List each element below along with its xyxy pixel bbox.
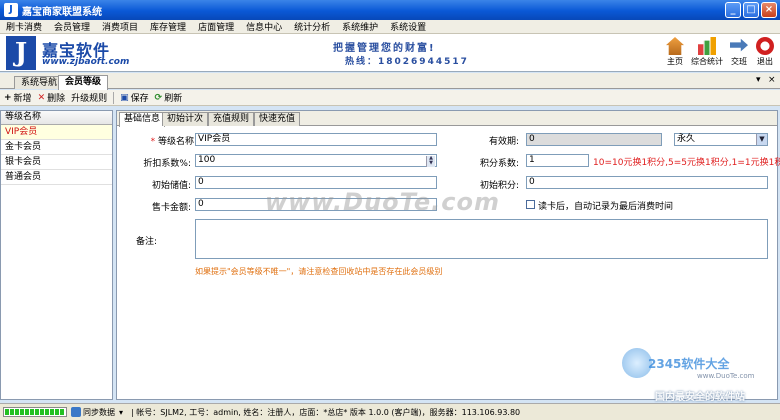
level-name-label: * 等级名称: [150, 137, 197, 147]
list-item[interactable]: 银卡会员 [1, 155, 112, 170]
menu-bar: 刷卡消费 会员管理 消费项目 库存管理 店面管理 信息中心 统计分析 系统维护 … [0, 20, 780, 34]
sync-button[interactable]: 同步数据 ▾ [71, 407, 123, 418]
list-item[interactable]: 金卡会员 [1, 140, 112, 155]
read-card-label: 读卡后，自动记录为最后消费时间 [538, 202, 674, 212]
delete-icon: ✕ [37, 92, 46, 103]
menu-item-stats[interactable]: 统计分析 [294, 20, 330, 33]
level-list: 等级名称 VIP会员 金卡会员 银卡会员 普通会员 [0, 110, 113, 400]
tab-menu-icon[interactable]: ▾ [756, 75, 761, 85]
hotline: 热线：18026944517 [345, 57, 469, 67]
list-item[interactable]: 普通会员 [1, 170, 112, 185]
home-label: 主页 [667, 57, 683, 66]
exit-icon [756, 37, 774, 55]
title-bar: J 嘉宝商家联盟系统 _ □ × [0, 0, 780, 20]
menu-item-store[interactable]: 店面管理 [198, 20, 234, 33]
remark-textarea[interactable] [195, 219, 768, 259]
banner: J 嘉宝软件 www.zjbaoft.com 把握管理您的财富! 热线：1802… [0, 34, 780, 72]
tab-recharge-rule[interactable]: 充值规则 [208, 112, 255, 126]
refresh-icon: ⟳ [154, 92, 163, 103]
exit-label: 退出 [757, 57, 773, 66]
menu-item-info[interactable]: 信息中心 [246, 20, 282, 33]
tab-basic-info[interactable]: 基础信息 [119, 112, 166, 127]
validity-input[interactable]: 0 [526, 133, 662, 146]
upgrade-rule-button[interactable]: 升级规则 [71, 91, 107, 104]
points-ratio-label: 积分系数: [479, 159, 519, 169]
init-value-label: 初始储值: [151, 181, 191, 191]
save-label: 保存 [130, 94, 149, 104]
session-info: | 帐号：SJLM2, 工号：admin, 姓名：注册人，店面：*总店* 版本 … [131, 407, 521, 417]
init-points-input[interactable]: 0 [526, 176, 768, 189]
toolbar: + 新增 ✕ 删除 升级规则 ▣ 保存 ⟳ 刷新 [0, 90, 780, 106]
sync-icon [71, 407, 81, 417]
points-ratio-input[interactable]: 1 [526, 154, 589, 167]
menu-item-settings[interactable]: 系统设置 [390, 20, 426, 33]
minimize-button[interactable]: _ [725, 2, 741, 18]
refresh-label: 刷新 [164, 94, 183, 104]
save-button[interactable]: ▣ 保存 [120, 91, 149, 105]
close-button[interactable]: × [761, 2, 777, 18]
exit-button[interactable]: 退出 [750, 37, 780, 67]
delete-button[interactable]: ✕ 删除 [37, 91, 66, 105]
tab-system-nav[interactable]: 系统导航 [14, 76, 65, 89]
maximize-button[interactable]: □ [743, 2, 759, 18]
detail-tab-strip: 基础信息 初始计次 充值规则 快速充值 [117, 111, 777, 127]
points-ratio-hint: 10=10元换1积分,5=5元换1积分,1=1元换1积 [593, 158, 780, 168]
brand-logo-icon: J [6, 36, 36, 70]
delete-label: 删除 [47, 94, 66, 104]
duplicate-level-hint: 如果提示"会员等级不唯一"，请注意检查回收站中是否存在此会员级别 [195, 267, 443, 276]
slogan: 把握管理您的财富! [333, 43, 436, 54]
card-fee-label: 售卡金额: [151, 203, 191, 213]
validity-label: 有效期: [488, 137, 519, 147]
window-title: 嘉宝商家联盟系统 [22, 6, 102, 18]
tab-member-level[interactable]: 会员等级 [58, 75, 109, 90]
level-list-header: 等级名称 [1, 111, 112, 125]
tab-quick-recharge[interactable]: 快速充值 [254, 112, 301, 126]
read-card-checkbox[interactable] [526, 200, 535, 209]
discount-value: 100 [198, 155, 216, 165]
list-item[interactable]: VIP会员 [1, 125, 112, 140]
watermark-text: www.DuoTe.com [265, 188, 500, 216]
stats-label: 综合统计 [691, 57, 723, 66]
discount-label: 折扣系数%: [143, 159, 191, 169]
refresh-button[interactable]: ⟳ 刷新 [154, 91, 183, 105]
menu-item-members[interactable]: 会员管理 [54, 20, 90, 33]
tab-initial-count[interactable]: 初始计次 [162, 112, 209, 126]
sync-label: 同步数据 [83, 407, 115, 417]
plus-icon: + [4, 92, 12, 103]
connection-progress [3, 407, 67, 417]
remark-label: 备注: [135, 237, 157, 247]
stats-button[interactable]: 综合统计 [690, 37, 724, 67]
discount-input[interactable]: 100 ▲ ▼ [195, 154, 437, 167]
validity-unit-value: 永久 [677, 134, 696, 144]
validity-unit-select[interactable]: 永久 ▼ [674, 133, 768, 146]
chevron-down-icon[interactable]: ▾ [119, 408, 123, 417]
watermark-tagline: 国内最安全的软件站 [655, 392, 745, 403]
menu-item-swipe[interactable]: 刷卡消费 [6, 20, 42, 33]
toolbar-divider [113, 91, 115, 104]
new-label: 新增 [13, 94, 32, 104]
watermark-url: www.DuoTe.com [697, 372, 755, 380]
app-logo-icon: J [4, 3, 18, 17]
watermark-site: 2345软件大全 [648, 357, 730, 371]
shift-icon [730, 38, 748, 52]
status-bar: 同步数据 ▾ | 帐号：SJLM2, 工号：admin, 姓名：注册人，店面：*… [0, 403, 780, 420]
nav-tab-strip: 系统导航 会员等级 ▾ × [0, 73, 780, 90]
home-icon [666, 37, 684, 55]
save-icon: ▣ [120, 92, 129, 103]
home-button[interactable]: 主页 [660, 37, 690, 67]
level-name-input[interactable]: VIP会员 [195, 133, 437, 146]
spin-icon[interactable]: ▲ ▼ [426, 156, 435, 167]
menu-item-maintenance[interactable]: 系统维护 [342, 20, 378, 33]
brand-url: www.zjbaoft.com [42, 57, 130, 67]
upgrade-label: 升级规则 [71, 94, 108, 104]
stats-icon [698, 37, 716, 55]
new-button[interactable]: + 新增 [4, 91, 32, 105]
chevron-down-icon[interactable]: ▼ [756, 134, 767, 145]
tab-close-icon[interactable]: × [768, 75, 776, 85]
menu-item-stock[interactable]: 库存管理 [150, 20, 186, 33]
menu-item-items[interactable]: 消费项目 [102, 20, 138, 33]
